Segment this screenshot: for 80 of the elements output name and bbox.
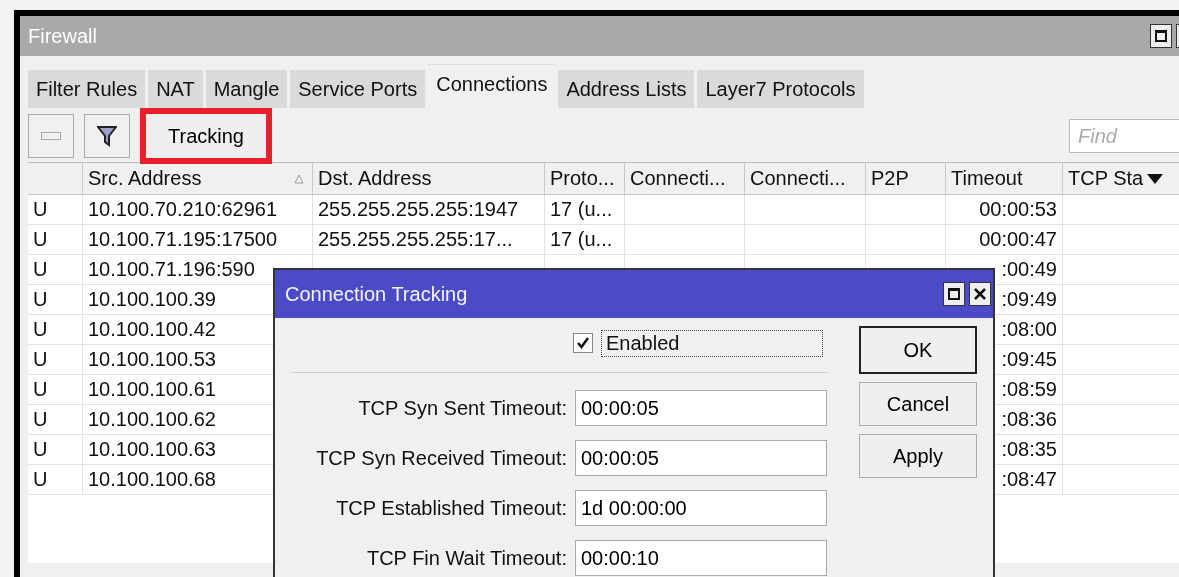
sort-icon [294,173,304,184]
table-cell: :08:36 [1001,408,1057,431]
table-cell: U [33,288,48,311]
table-cell: U [33,468,48,491]
input-field[interactable]: 00:00:10 [575,540,827,576]
column-label: Connecti... [630,167,726,190]
table-cell: 10.100.100.61 [88,378,216,401]
dropdown-icon[interactable] [1147,173,1164,184]
table-cell: :08:35 [1001,438,1057,461]
column-label: Timeout [951,167,1023,190]
column-header[interactable]: Src. Address [83,163,313,195]
input-field[interactable]: 00:00:05 [575,440,827,476]
dialog-button[interactable]: OK [859,326,977,374]
enabled-checkbox[interactable] [573,333,593,353]
field-label: TCP Syn Received Timeout: [316,446,567,470]
table-cell: :09:49 [1001,288,1057,311]
table-cell: 10.100.71.195:17500 [88,228,278,251]
column-label: Proto... [550,167,615,190]
table-cell: :08:00 [1001,318,1057,341]
table-cell: 10.100.100.39 [88,288,216,311]
column-label: Dst. Address [318,167,432,190]
field-label: TCP Established Timeout: [336,496,567,520]
table-cell: U [33,198,48,221]
table-cell: :08:47 [1001,468,1057,491]
table-cell: 10.100.70.210:62961 [88,198,278,221]
table-cell: :08:59 [1001,378,1057,401]
column-label: P2P [871,167,909,190]
table-cell: 255.255.255.255:17... [318,228,513,251]
table-cell: 10.100.100.68 [88,468,216,491]
tab[interactable]: Layer7 Protocols [697,70,864,108]
table-cell: U [33,318,48,341]
dialog-button[interactable]: Cancel [859,382,977,426]
dialog-title: Connection Tracking [285,282,468,306]
filter-icon [97,125,117,147]
tracking-button[interactable]: Tracking [140,108,272,164]
tab[interactable]: NAT [148,70,203,108]
filter-button[interactable] [84,114,130,158]
table-cell: 10.100.100.42 [88,318,216,341]
tab[interactable]: Address Lists [558,70,695,108]
column-header[interactable]: Proto... [545,163,625,195]
table-cell: U [33,408,48,431]
maximize-icon[interactable] [943,282,965,306]
table-cell: :09:45 [1001,348,1057,371]
column-header[interactable]: TCP Sta [1063,163,1179,195]
tab[interactable]: Mangle [205,70,288,108]
field-label: TCP Fin Wait Timeout: [366,546,567,570]
dialog-button[interactable]: Apply [859,434,977,478]
table-cell: 10.100.100.62 [88,408,216,431]
field-label: TCP Syn Sent Timeout: [358,396,567,420]
column-label: TCP Sta [1068,167,1144,190]
maximize-icon[interactable] [1150,24,1172,48]
table-cell: 255.255.255.255:1947 [318,198,519,221]
column-header[interactable]: Timeout [946,163,1063,195]
tab[interactable]: Service Ports [290,70,426,108]
table-cell: 10.100.100.63 [88,438,216,461]
column-label: Connecti... [750,167,846,190]
table-cell: 17 (u... [550,228,613,251]
checkbox-label[interactable]: Enabled [601,329,823,357]
close-icon[interactable] [969,282,991,306]
table-cell: 00:00:47 [979,228,1057,251]
input-field[interactable]: 1d 00:00:00 [575,490,827,526]
table-cell: U [33,378,48,401]
table-cell: U [33,348,48,371]
table-cell: U [33,228,48,251]
column-header[interactable]: Connecti... [625,163,745,195]
table-cell: 17 (u... [550,198,613,221]
table-cell: 10.100.71.196:590 [88,258,255,281]
table-cell: 00:00:53 [979,198,1057,221]
find-field[interactable]: Find [1069,119,1179,153]
table-cell: U [33,438,48,461]
table-cell: 10.100.100.53 [88,348,216,371]
window-title: Firewall [28,24,97,48]
table-cell: :00:49 [1001,258,1057,281]
column-header[interactable]: Dst. Address [313,163,545,195]
table-cell: U [33,258,48,281]
column-header[interactable]: P2P [866,163,946,195]
column-header[interactable]: Connecti... [745,163,866,195]
input-field[interactable]: 00:00:05 [575,390,827,426]
column-label: Src. Address [88,167,202,190]
tab[interactable]: Filter Rules [28,70,146,108]
